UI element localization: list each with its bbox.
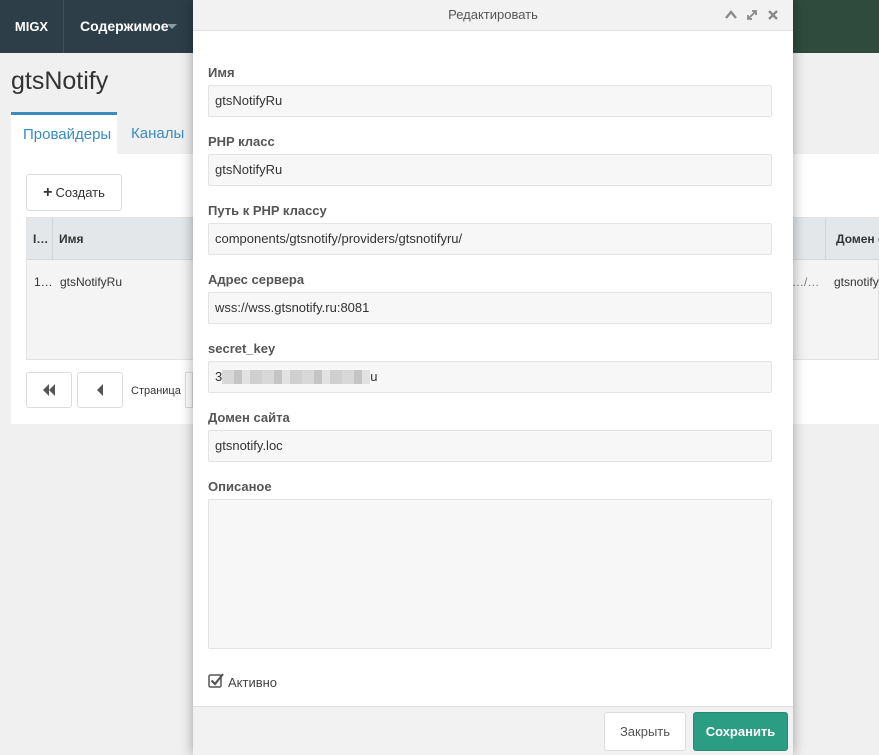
site-domain-label: Домен сайта (208, 410, 290, 425)
brand-migx[interactable]: MIGX (0, 0, 64, 53)
page-title: gtsNotify (11, 67, 109, 95)
grid-header-domain[interactable]: Домен с (825, 218, 879, 260)
site-domain-input[interactable]: gtsnotify.loc (208, 430, 772, 462)
row-name: gtsNotifyRu (60, 275, 123, 289)
save-button[interactable]: Сохранить (693, 712, 788, 751)
tab-channels[interactable]: Каналы (119, 112, 196, 154)
row-id: 1… (34, 275, 53, 289)
chevron-left-icon (97, 384, 103, 396)
name-label: Имя (208, 65, 235, 80)
maximize-icon[interactable] (745, 8, 759, 22)
description-textarea[interactable] (208, 499, 772, 649)
close-icon[interactable] (766, 8, 780, 22)
dialog-header: Редактировать (193, 0, 793, 31)
server-address-label: Адрес сервера (208, 272, 305, 287)
menu-content-label: Содержимое (80, 18, 169, 34)
php-class-path-label: Путь к PHP классу (208, 203, 327, 218)
create-button-label: Создать (55, 185, 105, 200)
name-input[interactable]: gtsNotifyRu (208, 85, 772, 117)
php-class-label: PHP класс (208, 134, 275, 149)
tab-providers[interactable]: Провайдеры (11, 112, 117, 154)
php-class-path-input[interactable]: components/gtsnotify/providers/gtsnotify… (208, 223, 772, 255)
description-label: Описаное (208, 479, 272, 494)
page-number-input[interactable] (185, 372, 193, 408)
grid-header-id[interactable]: I… (27, 218, 53, 260)
double-chevron-left-icon (43, 384, 55, 396)
secret-key-start: 3 (215, 369, 223, 384)
active-label: Активно (228, 675, 278, 690)
secret-key-end: u (370, 369, 378, 384)
redacted-value (222, 369, 371, 384)
plus-icon: + (43, 184, 53, 201)
server-address-input[interactable]: wss://wss.gtsnotify.ru:8081 (208, 292, 772, 324)
edit-dialog: Редактировать Имя gtsNotifyRu PHP класс … (193, 0, 793, 755)
row-domain: gtsnotify (834, 275, 879, 289)
pager-prev-button[interactable] (77, 372, 123, 408)
collapse-icon[interactable] (724, 8, 738, 22)
grid-header-name[interactable]: Имя (59, 218, 84, 260)
dialog-footer: Закрыть Сохранить (193, 706, 793, 755)
menu-content[interactable]: Содержимое (64, 0, 191, 53)
php-class-input[interactable]: gtsNotifyRu (208, 154, 772, 186)
active-checkbox[interactable] (208, 672, 224, 688)
secret-key-label: secret_key (208, 341, 276, 356)
chevron-down-icon (167, 24, 177, 29)
dialog-title: Редактировать (448, 7, 538, 22)
pager-first-button[interactable] (26, 372, 72, 408)
pager-label: Страница (131, 385, 181, 397)
navbar-right-area (793, 0, 879, 53)
create-button[interactable]: + Создать (26, 174, 122, 211)
secret-key-input[interactable]: 3u (208, 361, 772, 393)
close-button[interactable]: Закрыть (604, 712, 686, 751)
row-truncated-cell: …/… (792, 275, 820, 289)
